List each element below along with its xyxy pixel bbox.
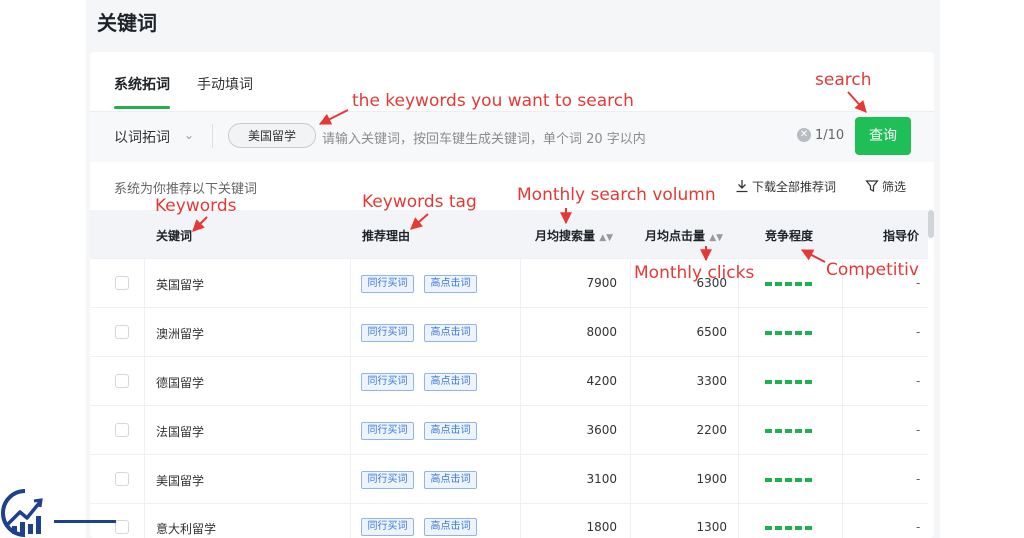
search-volume-cell: 7900 xyxy=(586,276,617,290)
row-divider xyxy=(90,356,928,357)
chart-logo-icon xyxy=(1,489,43,537)
price-cell: - xyxy=(916,374,921,388)
annotation-monthly-clicks: Monthly clicks xyxy=(634,263,755,283)
competition-bar xyxy=(765,282,815,286)
keyword-count: 1/10 xyxy=(815,128,845,143)
competition-bar xyxy=(765,526,815,530)
scrollbar[interactable] xyxy=(928,210,934,238)
annotation-competitive: Competitiv xyxy=(826,260,919,280)
column-price: 指导价 xyxy=(883,229,920,243)
keyword-cell: 澳洲留学 xyxy=(156,327,205,341)
tab-system-expand[interactable]: 系统拓词 xyxy=(114,74,170,94)
peer-buy-tag: 同行买词 xyxy=(361,373,414,391)
keyword-cell: 德国留学 xyxy=(156,376,205,390)
clicks-cell: 1300 xyxy=(696,520,727,534)
screenshot-canvas: 关键词 系统拓词 手动填词 以词拓词 ⌄ 美国留学 请输入关键词，按回车键生成关… xyxy=(0,0,1024,538)
filter-icon xyxy=(865,180,879,192)
competition-bar xyxy=(765,380,815,384)
filter-button[interactable]: 筛选 xyxy=(865,178,906,195)
row-checkbox[interactable] xyxy=(115,520,129,534)
column-clicks-label: 月均点击量 xyxy=(645,229,706,243)
column-divider xyxy=(630,258,631,538)
high-click-tag: 高点击词 xyxy=(424,471,477,489)
high-click-tag: 高点击词 xyxy=(424,518,477,536)
keyword-tag-chip[interactable]: 美国留学 xyxy=(228,123,316,148)
competition-bar xyxy=(765,331,815,335)
annotation-keywords: Keywords xyxy=(155,196,237,216)
mode-select[interactable]: 以词拓词 xyxy=(114,127,170,147)
sort-icon[interactable]: ▲▼ xyxy=(709,233,723,243)
recommend-text: 系统为你推荐以下关键词 xyxy=(114,182,258,197)
search-volume-cell: 4200 xyxy=(586,374,617,388)
mode-divider xyxy=(212,124,213,148)
annotation-keywords-want: the keywords you want to search xyxy=(352,91,634,111)
price-cell: - xyxy=(916,472,921,486)
column-competition: 竞争程度 xyxy=(765,229,814,243)
download-icon xyxy=(736,180,748,193)
price-cell: - xyxy=(916,423,921,437)
peer-buy-tag: 同行买词 xyxy=(361,471,414,489)
row-divider xyxy=(90,454,928,455)
column-keyword: 关键词 xyxy=(156,229,193,243)
search-volume-cell: 3600 xyxy=(586,423,617,437)
price-cell: - xyxy=(916,520,921,534)
clicks-cell: 2200 xyxy=(696,423,727,437)
column-divider xyxy=(520,258,521,538)
row-divider xyxy=(90,405,928,406)
row-divider xyxy=(90,307,928,308)
column-divider xyxy=(350,258,351,538)
column-search-volume[interactable]: 月均搜索量 ▲▼ xyxy=(535,227,613,244)
column-divider xyxy=(738,258,739,538)
row-divider xyxy=(90,503,928,504)
row-checkbox[interactable] xyxy=(115,325,129,339)
annotation-keywords-tag: Keywords tag xyxy=(362,192,477,212)
price-cell: - xyxy=(916,325,921,339)
high-click-tag: 高点击词 xyxy=(424,422,477,440)
keyword-cell: 意大利留学 xyxy=(156,522,217,536)
keyword-cell: 美国留学 xyxy=(156,474,205,488)
row-checkbox[interactable] xyxy=(115,374,129,388)
search-input[interactable]: 请输入关键词，按回车键生成关键词，单个词 20 字以内 xyxy=(322,128,646,147)
active-tab-indicator xyxy=(114,106,170,109)
column-divider xyxy=(144,258,145,538)
column-reason: 推荐理由 xyxy=(362,229,411,243)
filter-label: 筛选 xyxy=(882,180,907,194)
logo-underline xyxy=(54,520,116,523)
keyword-cell: 法国留学 xyxy=(156,425,205,439)
peer-buy-tag: 同行买词 xyxy=(361,422,414,440)
download-all-button[interactable]: 下载全部推荐词 xyxy=(735,178,836,195)
peer-buy-tag: 同行买词 xyxy=(361,324,414,342)
annotation-monthly-search: Monthly search volumn xyxy=(517,185,716,205)
peer-buy-tag: 同行买词 xyxy=(361,518,414,536)
column-divider xyxy=(842,258,843,538)
download-label: 下载全部推荐词 xyxy=(752,180,837,194)
search-volume-cell: 3100 xyxy=(586,472,617,486)
row-checkbox[interactable] xyxy=(115,276,129,290)
high-click-tag: 高点击词 xyxy=(424,324,477,342)
high-click-tag: 高点击词 xyxy=(424,373,477,391)
search-volume-cell: 8000 xyxy=(586,325,617,339)
keyword-cell: 英国留学 xyxy=(156,278,205,292)
clicks-cell: 1900 xyxy=(696,472,727,486)
tab-manual-input[interactable]: 手动填词 xyxy=(197,74,253,94)
peer-buy-tag: 同行买词 xyxy=(361,275,414,293)
clicks-cell: 6500 xyxy=(696,325,727,339)
chevron-down-icon[interactable]: ⌄ xyxy=(184,128,194,142)
row-checkbox[interactable] xyxy=(115,423,129,437)
row-divider xyxy=(90,258,928,259)
column-clicks[interactable]: 月均点击量 ▲▼ xyxy=(645,227,723,244)
row-checkbox[interactable] xyxy=(115,472,129,486)
search-volume-cell: 1800 xyxy=(586,520,617,534)
clicks-cell: 3300 xyxy=(696,374,727,388)
competition-bar xyxy=(765,478,815,482)
competition-bar xyxy=(765,429,815,433)
search-button[interactable]: 查询 xyxy=(855,117,911,155)
high-click-tag: 高点击词 xyxy=(424,275,477,293)
sort-icon[interactable]: ▲▼ xyxy=(599,233,613,243)
column-search-label: 月均搜索量 xyxy=(535,229,596,243)
page-title: 关键词 xyxy=(97,11,157,35)
clear-icon[interactable]: ✕ xyxy=(797,128,811,142)
annotation-search: search xyxy=(815,70,872,90)
